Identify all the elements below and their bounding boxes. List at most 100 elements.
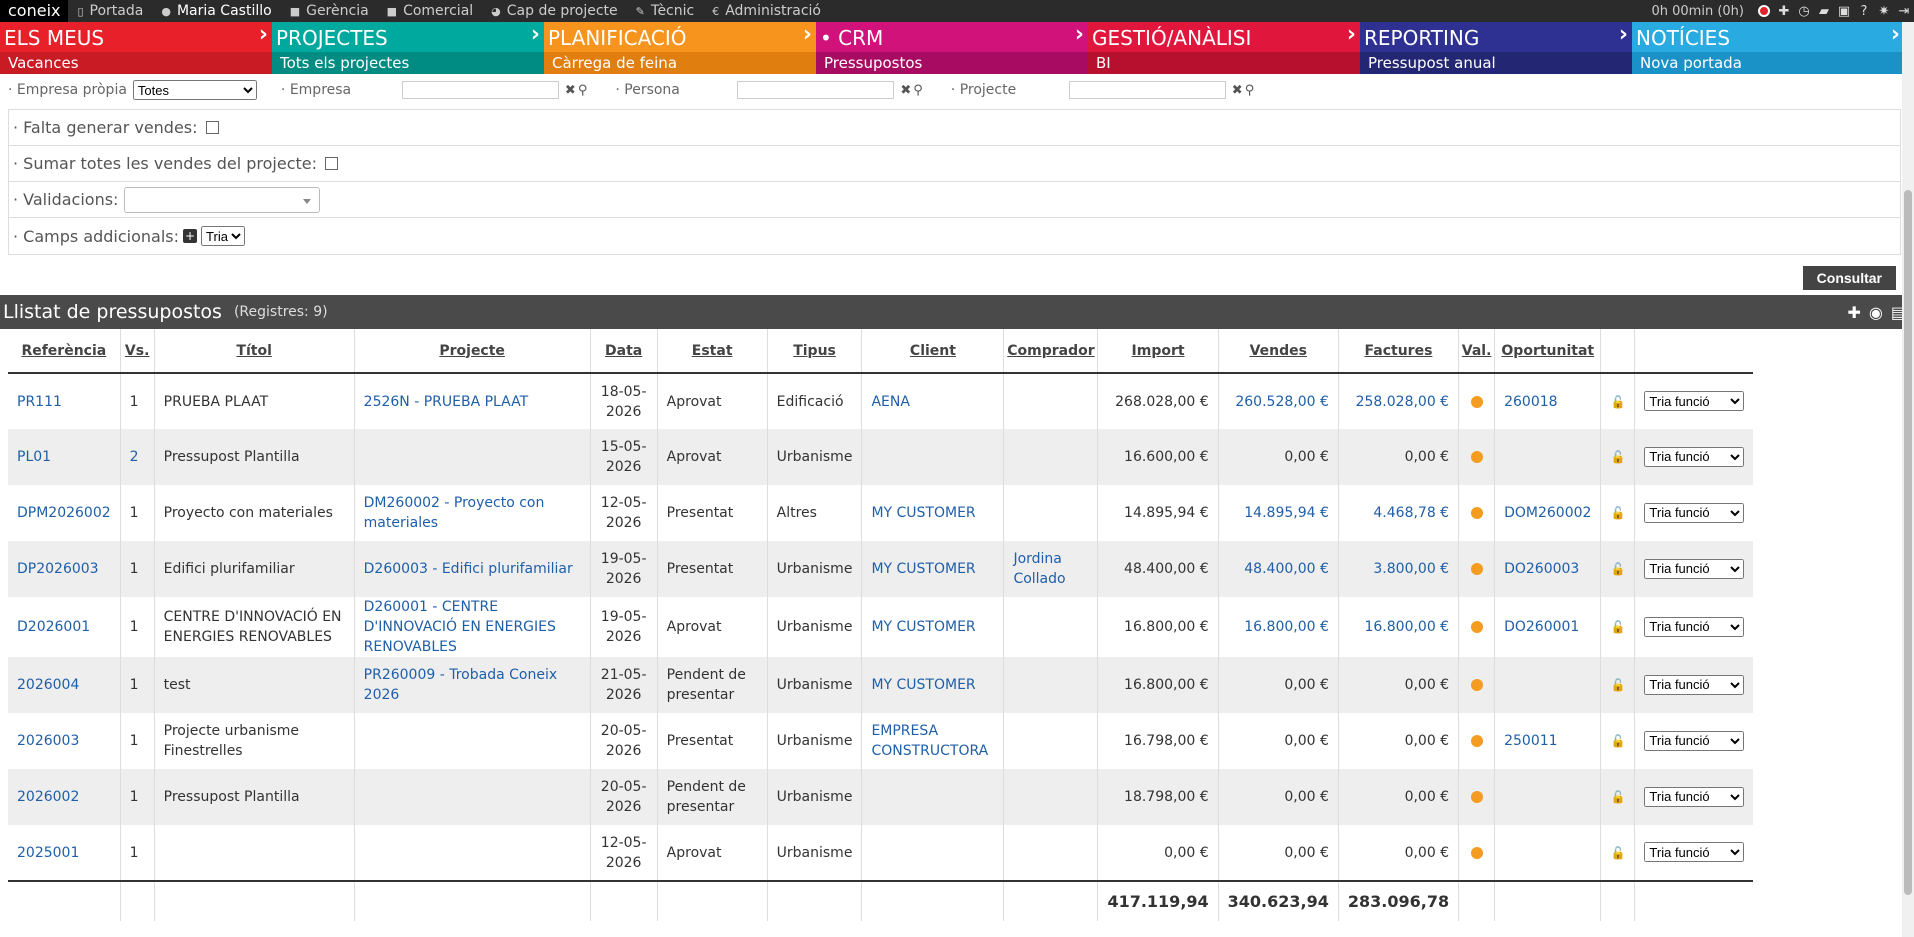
column-header[interactable]: Oportunitat xyxy=(1494,329,1601,373)
cell-client[interactable]: MY CUSTOMER xyxy=(861,597,1004,657)
module-title[interactable]: ELS MEUS xyxy=(0,22,272,52)
module-subitem[interactable]: Tots els projectes xyxy=(272,52,544,74)
topnav-item-2[interactable]: ■ Gerència xyxy=(281,0,378,22)
cell-projecte[interactable]: PR260009 - Trobada Coneix 2026 xyxy=(353,657,591,713)
unlock-icon[interactable]: 🔓 xyxy=(1610,790,1625,804)
cell-projecte[interactable]: 2526N - PRUEBA PLAAT xyxy=(353,373,591,429)
module-0[interactable]: ELS MEUS Vacances › xyxy=(0,22,272,74)
persona-clear-icon[interactable]: ✖ xyxy=(900,83,911,98)
consultar-button[interactable]: Consultar xyxy=(1802,266,1896,290)
module-title[interactable]: GESTIÓ/ANÀLISI xyxy=(1088,22,1360,52)
cell-comprador[interactable]: Jordina Collado xyxy=(1003,541,1098,597)
column-header[interactable]: Import xyxy=(1097,329,1219,373)
cell-ref[interactable]: 2026004 xyxy=(8,657,120,713)
module-title[interactable]: • CRM xyxy=(816,22,1088,52)
topnav-item-1[interactable]: ● Maria Castillo xyxy=(152,0,280,22)
cell-projecte[interactable]: D260003 - Edifici plurifamiliar xyxy=(353,541,591,597)
record-icon[interactable] xyxy=(1754,0,1774,22)
unlock-icon[interactable]: 🔓 xyxy=(1610,506,1625,520)
module-subitem[interactable]: Càrrega de feina xyxy=(544,52,816,74)
function-select[interactable]: Tria funció xyxy=(1644,391,1745,412)
module-subitem[interactable]: Vacances xyxy=(0,52,272,74)
persona-input[interactable] xyxy=(737,81,895,99)
cell-ref[interactable]: DP2026003 xyxy=(8,541,120,597)
eye-icon[interactable]: ◉ xyxy=(1869,303,1883,322)
cell-factures[interactable]: 0,00 € xyxy=(1337,769,1459,825)
cell-client[interactable]: MY CUSTOMER xyxy=(861,657,1004,713)
persona-search-icon[interactable]: ⚲ xyxy=(913,83,923,98)
column-header[interactable]: Títol xyxy=(153,329,355,373)
column-header[interactable]: Data xyxy=(589,329,658,373)
function-select[interactable]: Tria funció xyxy=(1644,730,1745,751)
module-3[interactable]: • CRM Pressupostos › xyxy=(816,22,1088,74)
scrollbar-thumb[interactable] xyxy=(1904,190,1912,895)
empresa-propia-select[interactable]: Totes xyxy=(132,80,257,100)
unlock-icon[interactable]: 🔓 xyxy=(1610,395,1625,409)
cell-factures[interactable]: 16.800,00 € xyxy=(1337,597,1459,657)
cell-vendes[interactable]: 48.400,00 € xyxy=(1217,541,1339,597)
cell-vendes[interactable]: 0,00 € xyxy=(1217,825,1339,881)
cell-factures[interactable]: 258.028,00 € xyxy=(1337,373,1459,429)
cell-ref[interactable]: 2025001 xyxy=(8,825,120,881)
module-4[interactable]: GESTIÓ/ANÀLISI BI › xyxy=(1088,22,1360,74)
projecte-search-icon[interactable]: ⚲ xyxy=(1245,83,1255,98)
clock-icon[interactable]: ◷ xyxy=(1794,0,1814,22)
cell-ref[interactable]: PL01 xyxy=(8,429,120,485)
column-header[interactable]: Factures xyxy=(1337,329,1459,373)
sumar-checkbox[interactable] xyxy=(325,157,339,170)
camps-select[interactable]: Tria xyxy=(201,226,246,246)
cell-client[interactable]: EMPRESA CONSTRUCTORA xyxy=(861,713,1004,769)
cell-vendes[interactable]: 14.895,94 € xyxy=(1217,485,1339,541)
projecte-clear-icon[interactable]: ✖ xyxy=(1232,83,1243,98)
cell-factures[interactable]: 0,00 € xyxy=(1337,657,1459,713)
column-header[interactable]: Tipus xyxy=(766,329,862,373)
function-select[interactable]: Tria funció xyxy=(1644,502,1745,523)
empresa-input[interactable] xyxy=(401,81,559,99)
module-5[interactable]: REPORTING Pressupost anual › xyxy=(1360,22,1632,74)
cell-ref[interactable]: PR111 xyxy=(8,373,120,429)
module-title[interactable]: PLANIFICACIÓ xyxy=(544,22,816,52)
falta-checkbox[interactable] xyxy=(205,121,219,134)
cell-projecte[interactable]: D260001 - CENTRE D'INNOVACIÓ EN ENERGIES… xyxy=(353,597,591,657)
unlock-icon[interactable]: 🔓 xyxy=(1610,620,1625,634)
cell-oportunitat[interactable]: 260018 xyxy=(1494,373,1601,429)
topnav-item-4[interactable]: ◕ Cap de projecte xyxy=(482,0,626,22)
cell-factures[interactable]: 4.468,78 € xyxy=(1337,485,1459,541)
cell-vendes[interactable]: 16.800,00 € xyxy=(1217,597,1339,657)
function-select[interactable]: Tria funció xyxy=(1644,842,1745,863)
module-6[interactable]: NOTÍCIES Nova portada › xyxy=(1632,22,1904,74)
column-header[interactable]: Comprador xyxy=(1003,329,1098,373)
cell-ref[interactable]: 2026003 xyxy=(8,713,120,769)
cell-ref[interactable]: D2026001 xyxy=(8,597,120,657)
cell-vendes[interactable]: 0,00 € xyxy=(1217,429,1339,485)
function-select[interactable]: Tria funció xyxy=(1644,786,1745,807)
module-subitem[interactable]: Pressupost anual xyxy=(1360,52,1632,74)
cell-projecte[interactable]: DM260002 - Proyecto con materiales xyxy=(353,485,591,541)
column-header[interactable]: Client xyxy=(861,329,1004,373)
topnav-item-6[interactable]: € Administració xyxy=(703,0,830,22)
logout-icon[interactable]: ⇥ xyxy=(1894,0,1914,22)
cell-vendes[interactable]: 0,00 € xyxy=(1217,713,1339,769)
function-select[interactable]: Tria funció xyxy=(1644,616,1745,637)
contacts-icon[interactable]: ▣ xyxy=(1834,0,1854,22)
cell-factures[interactable]: 3.800,00 € xyxy=(1337,541,1459,597)
folder-icon[interactable]: ▰ xyxy=(1814,0,1834,22)
cell-client[interactable]: MY CUSTOMER xyxy=(861,541,1004,597)
column-header[interactable]: Vendes xyxy=(1217,329,1339,373)
unlock-icon[interactable]: 🔓 xyxy=(1610,450,1625,464)
add-field-icon[interactable]: + xyxy=(183,229,198,243)
column-header[interactable]: Estat xyxy=(656,329,768,373)
cell-vendes[interactable]: 0,00 € xyxy=(1217,657,1339,713)
column-header[interactable]: Projecte xyxy=(353,329,591,373)
empresa-clear-search-icon[interactable]: ✖ xyxy=(565,83,576,98)
function-select[interactable]: Tria funció xyxy=(1644,446,1745,467)
topnav-item-5[interactable]: ✎ Tècnic xyxy=(627,0,704,22)
add-icon[interactable]: ✚ xyxy=(1774,0,1794,22)
cell-client[interactable]: MY CUSTOMER xyxy=(861,485,1004,541)
cell-oportunitat[interactable]: 250011 xyxy=(1494,713,1601,769)
unlock-icon[interactable]: 🔓 xyxy=(1610,846,1625,860)
column-header[interactable]: Referència xyxy=(8,329,120,373)
column-header[interactable]: Val. xyxy=(1458,329,1495,373)
module-title[interactable]: NOTÍCIES xyxy=(1632,22,1904,52)
module-2[interactable]: PLANIFICACIÓ Càrrega de feina › xyxy=(544,22,816,74)
